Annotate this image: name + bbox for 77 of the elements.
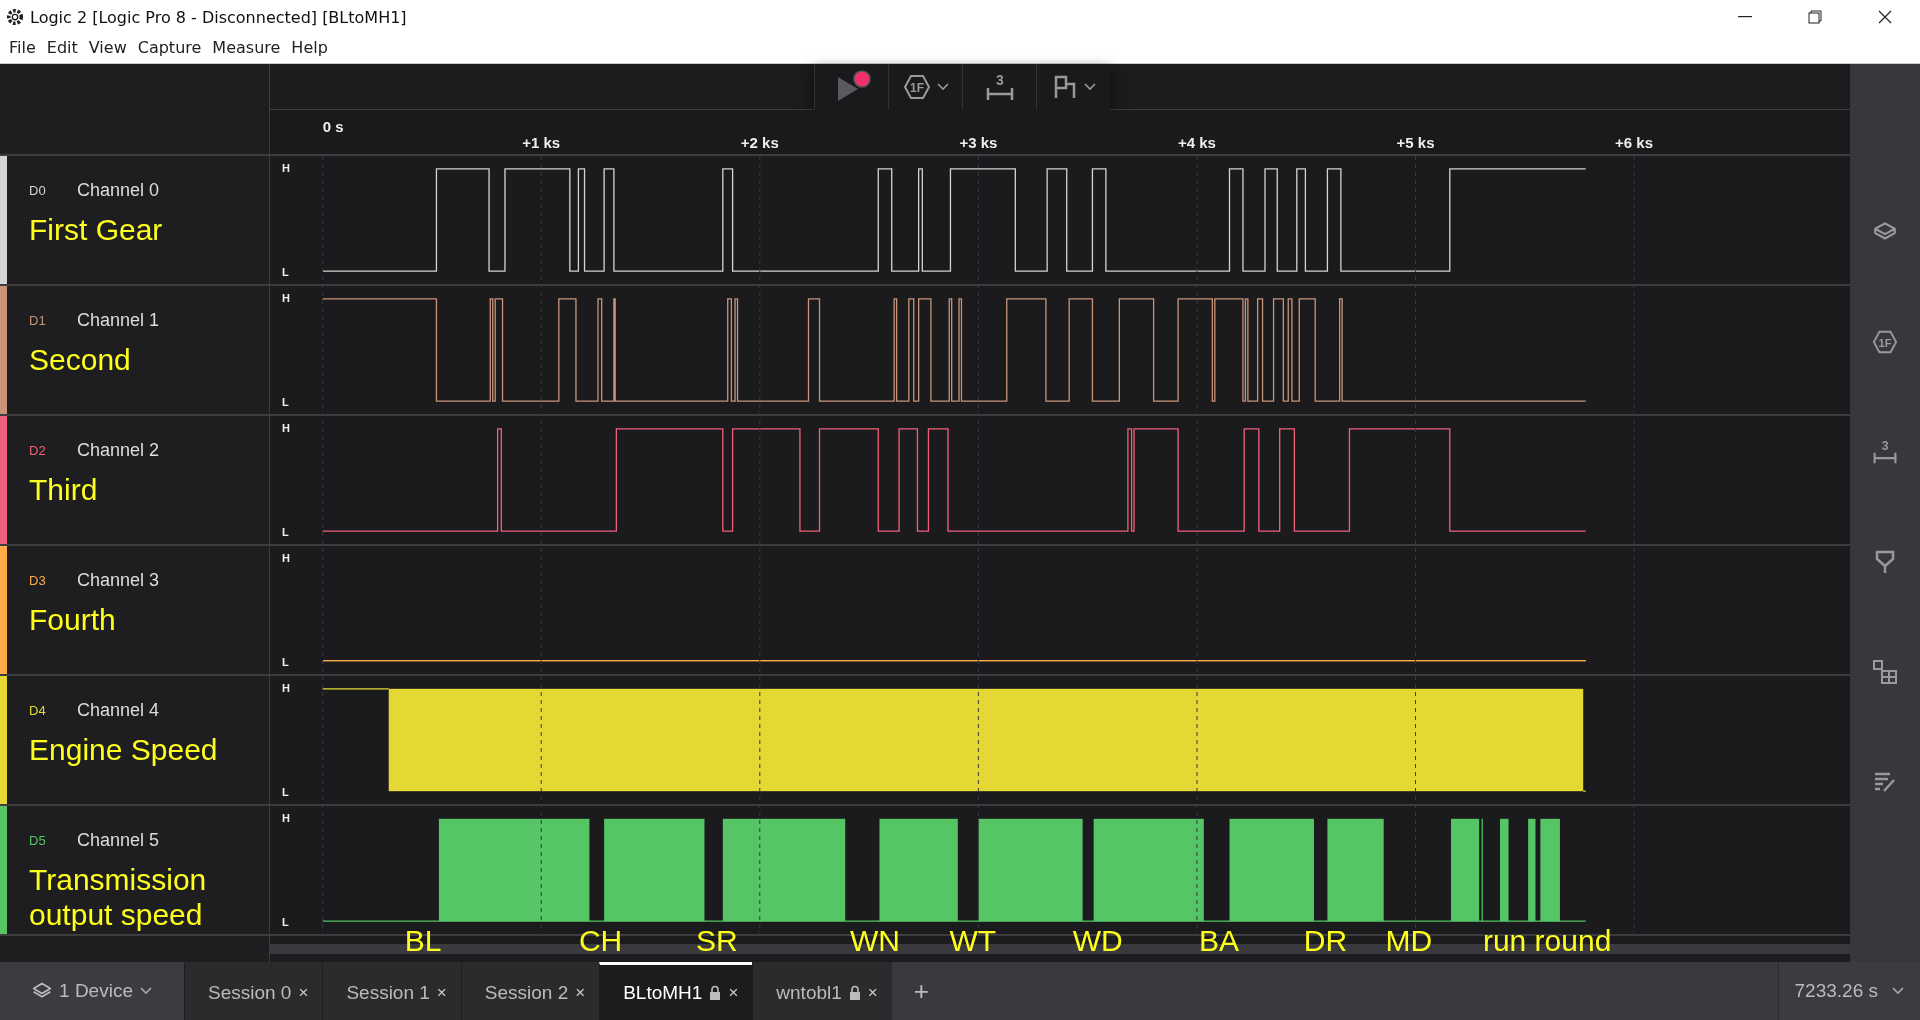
time-tick-label: 0 s <box>322 118 344 135</box>
high-level-label: H <box>282 422 290 434</box>
close-tab-button[interactable]: × <box>575 982 586 1003</box>
annotation-label: WN <box>849 926 900 956</box>
menu-item[interactable]: Help <box>286 36 334 61</box>
channel-name: Channel 4 <box>77 700 160 721</box>
session-tab[interactable]: wntobl1 × <box>752 962 892 1020</box>
channel-label: First Gear <box>29 213 164 248</box>
annotation-label: DR <box>1303 926 1348 956</box>
annotation-label: MD <box>1385 926 1433 956</box>
annotation-label: SR <box>696 926 738 956</box>
annotation-label: run round <box>1482 926 1612 956</box>
add-tab-button[interactable]: + <box>891 962 951 1020</box>
channel-label: Third <box>29 473 99 508</box>
channel-name: Channel 2 <box>77 440 160 461</box>
close-tab-button[interactable]: × <box>298 982 309 1003</box>
channel-name: Channel 3 <box>77 570 160 591</box>
time-tick-label: +4 ks <box>1177 134 1216 151</box>
time-tick-label: +5 ks <box>1396 134 1435 151</box>
annotation-label: BA <box>1198 926 1239 956</box>
session-tab[interactable]: Session 1 × <box>322 962 461 1020</box>
annotation-label: WT <box>949 926 997 956</box>
annotation-label: WD <box>1072 926 1123 956</box>
caret-icon <box>1892 987 1904 995</box>
channel-id: D4 <box>29 703 47 718</box>
channel-label: Second <box>29 343 132 378</box>
channel-id: D1 <box>29 313 47 328</box>
annotation-label: CH <box>578 926 623 956</box>
caret-icon <box>139 987 152 995</box>
app-logo-icon <box>6 8 24 26</box>
high-level-label: H <box>282 812 290 824</box>
channel-label: Transmission output speed <box>29 863 208 932</box>
menu-item[interactable]: Measure <box>207 36 287 61</box>
channel-label: Fourth <box>29 603 117 638</box>
low-level-label: L <box>282 526 289 538</box>
caret-icon <box>1083 83 1096 91</box>
channel-id: D2 <box>29 443 47 458</box>
channel-id: D0 <box>29 183 47 198</box>
low-level-label: L <box>282 786 289 798</box>
caret-icon <box>936 83 949 91</box>
time-tick-label: +1 ks <box>522 134 561 151</box>
close-tab-button[interactable]: × <box>436 982 447 1003</box>
close-tab-button[interactable]: × <box>728 982 739 1003</box>
annotation-label: BL <box>404 926 442 956</box>
restore-icon <box>1808 10 1822 24</box>
trigger-icon[interactable]: 1F <box>1872 329 1898 355</box>
channel-id: D5 <box>29 833 47 848</box>
high-level-label: H <box>282 292 290 304</box>
low-level-label: L <box>282 656 289 668</box>
time-tick-label: +6 ks <box>1615 134 1654 151</box>
layers-icon <box>32 981 53 1001</box>
high-level-label: H <box>282 162 290 174</box>
time-tick-label: +3 ks <box>959 134 998 151</box>
session-tab[interactable]: BLtoMH1 × <box>599 962 753 1020</box>
menu-item[interactable]: File <box>4 36 42 61</box>
hexagon-icon: 1F <box>902 74 931 100</box>
high-level-label: H <box>282 552 290 564</box>
squares-icon[interactable] <box>1872 659 1898 685</box>
low-level-label: L <box>282 396 289 408</box>
session-tab[interactable]: Session 2 × <box>460 962 600 1020</box>
menu-item[interactable]: Edit <box>41 36 84 61</box>
session-tab[interactable]: Session 0 × <box>184 962 323 1020</box>
channel-name: Channel 1 <box>77 310 160 331</box>
close-icon <box>1878 10 1892 24</box>
close-tab-button[interactable]: × <box>867 982 878 1003</box>
channel-label: Engine Speed <box>29 733 219 768</box>
menu-item[interactable]: Capture <box>132 36 208 61</box>
time-tick-label: +2 ks <box>740 134 779 151</box>
channel-id: D3 <box>29 573 47 588</box>
window-title: Logic 2 [Logic Pro 8 - Disconnected] [BLtoMH1] <box>30 7 408 27</box>
menu-item[interactable]: View <box>83 36 133 61</box>
channel-name: Channel 5 <box>77 830 160 851</box>
low-level-label: L <box>282 266 289 278</box>
minimize-icon <box>1738 16 1752 18</box>
high-level-label: H <box>282 682 290 694</box>
channel-name: Channel 0 <box>77 180 160 201</box>
low-level-label: L <box>282 916 289 928</box>
